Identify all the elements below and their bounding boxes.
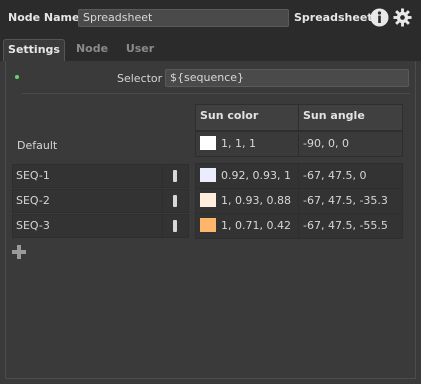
gear-icon[interactable] xyxy=(393,8,412,27)
drag-handle-icon xyxy=(173,195,177,207)
active-indicator-dot xyxy=(15,75,19,79)
selector-label: Selector xyxy=(117,72,163,85)
seq-2-sun-color-cell[interactable]: 1, 0.93, 0.88 xyxy=(195,188,299,214)
seq-3-sun-angle-cell[interactable]: -67, 47.5, -55.5 xyxy=(298,213,403,239)
seq-2-sun-angle-cell[interactable]: -67, 47.5, -35.3 xyxy=(298,188,403,214)
row-drag-handle[interactable] xyxy=(162,214,189,238)
seq-1-sun-angle-cell[interactable]: -67, 47.5, 0 xyxy=(298,163,403,189)
node-name-label: Node Name xyxy=(8,11,80,24)
node-type-label: Spreadsheet xyxy=(294,11,373,24)
row-label-seq-1[interactable]: SEQ-1 xyxy=(12,164,163,188)
node-name-input[interactable]: Spreadsheet xyxy=(78,9,289,27)
row-drag-handle[interactable] xyxy=(162,164,189,188)
column-header-sun-color: Sun color xyxy=(195,104,299,131)
row-label-seq-3[interactable]: SEQ-3 xyxy=(12,214,163,238)
default-sun-color-value: 1, 1, 1 xyxy=(221,137,256,150)
seq-3-sun-color-cell[interactable]: 1, 0.71, 0.42 xyxy=(195,213,299,239)
seq-1-sun-color-value: 0.92, 0.93, 1 xyxy=(221,169,291,182)
seq-3-sun-color-value: 1, 0.71, 0.42 xyxy=(221,219,291,232)
plus-icon[interactable] xyxy=(12,245,26,259)
row-drag-handle[interactable] xyxy=(162,189,189,213)
column-header-sun-angle: Sun angle xyxy=(298,104,403,131)
color-swatch[interactable] xyxy=(200,136,216,150)
row-label-seq-2[interactable]: SEQ-2 xyxy=(12,189,163,213)
color-swatch[interactable] xyxy=(200,193,216,207)
default-sun-color-cell[interactable]: 1, 1, 1 xyxy=(195,131,299,157)
default-sun-angle-cell[interactable]: -90, 0, 0 xyxy=(298,131,403,157)
divider xyxy=(22,93,410,94)
tab-settings[interactable]: Settings xyxy=(3,39,65,61)
tab-node[interactable]: Node xyxy=(71,39,113,61)
selector-input[interactable]: ${sequence} xyxy=(165,69,409,87)
drag-handle-icon xyxy=(173,170,177,182)
seq-2-sun-color-value: 1, 0.93, 0.88 xyxy=(221,194,291,207)
color-swatch[interactable] xyxy=(200,218,216,232)
info-icon[interactable] xyxy=(370,8,389,27)
tab-user[interactable]: User xyxy=(119,39,161,61)
color-swatch[interactable] xyxy=(200,168,216,182)
tab-bar: Settings Node User xyxy=(0,36,421,61)
default-row-label: Default xyxy=(17,139,58,152)
node-header: Node Name Spreadsheet Spreadsheet xyxy=(0,0,421,36)
seq-1-sun-color-cell[interactable]: 0.92, 0.93, 1 xyxy=(195,163,299,189)
drag-handle-icon xyxy=(173,220,177,232)
